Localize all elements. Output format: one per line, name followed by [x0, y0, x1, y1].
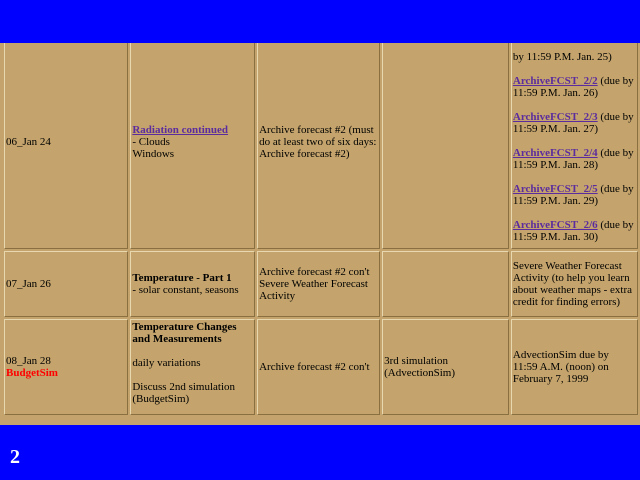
- radiation-link[interactable]: Radiation continued: [132, 124, 253, 136]
- date-cell: 08_Jan 28 BudgetSim: [4, 319, 129, 415]
- table-row: 08_Jan 28 BudgetSim Temperature Changes …: [4, 319, 638, 415]
- assignment-cell: Archive forecast #2 con't: [257, 319, 381, 415]
- archive-fcst-link[interactable]: ArchiveFCST_2/4: [513, 147, 598, 159]
- due-item: ArchiveFCST_2/2 (due by 11:59 P.M. Jan. …: [513, 75, 636, 99]
- due-item: ArchiveFCST_2/4 (due by 11:59 P.M. Jan. …: [513, 147, 636, 171]
- table-row: 07_Jan 26 Temperature - Part 1 - solar c…: [4, 251, 638, 317]
- topic-cell: Temperature Changes and Measurements dai…: [130, 319, 256, 415]
- budgetsim-label: BudgetSim: [6, 367, 58, 379]
- assignment-text: Archive forecast #2 con't Severe Weather…: [259, 266, 370, 302]
- bottom-bar: [0, 425, 640, 480]
- topic-title: Temperature - Part 1: [132, 272, 232, 284]
- archive-fcst-link[interactable]: ArchiveFCST_2/5: [513, 183, 598, 195]
- date-text: 08_Jan 28: [6, 355, 51, 367]
- assignment-cell: Archive forecast #2 con't Severe Weather…: [257, 251, 381, 317]
- due-cell: Severe Weather Forecast Activity (to hel…: [510, 251, 638, 317]
- schedule-table: 06_Jan 24 Radiation continued - Clouds W…: [2, 43, 640, 417]
- simulation-cell: 3rd simulation (AdvectionSim): [382, 319, 509, 415]
- table-row: 06_Jan 24 Radiation continued - Clouds W…: [4, 43, 638, 249]
- archive-fcst-link[interactable]: ArchiveFCST_2/3: [513, 111, 598, 123]
- topic-cell: Temperature - Part 1 - solar constant, s…: [130, 251, 256, 317]
- due-item: ArchiveFCST_2/5 (due by 11:59 P.M. Jan. …: [513, 183, 636, 207]
- due-text: AdvectionSim due by 11:59 A.M. (noon) on…: [512, 349, 609, 385]
- due-text: by 11:59 P.M. Jan. 25): [512, 51, 612, 63]
- topic-cell: Radiation continued - Clouds Windows: [130, 43, 256, 249]
- topic-line: Discuss 2nd simulation (BudgetSim): [132, 381, 236, 405]
- topic-line: - solar constant, seasons: [132, 284, 239, 296]
- slide-number: 2: [10, 446, 20, 468]
- date-text: 06_Jan 24: [6, 136, 51, 148]
- top-bar: [0, 0, 640, 43]
- topic-line: Windows: [132, 148, 175, 160]
- assignment-text: Archive forecast #2 (must do at least tw…: [259, 124, 377, 160]
- topic-line: - Clouds: [132, 136, 170, 148]
- due-cell: AdvectionSim due by 11:59 A.M. (noon) on…: [510, 319, 638, 415]
- date-cell: 07_Jan 26: [4, 251, 129, 317]
- date-cell: 06_Jan 24: [4, 43, 129, 249]
- due-text: Severe Weather Forecast Activity (to hel…: [512, 260, 633, 308]
- date-text: 07_Jan 26: [6, 278, 51, 290]
- simulation-cell: [382, 251, 509, 317]
- due-item: ArchiveFCST_2/3 (due by 11:59 P.M. Jan. …: [513, 111, 636, 135]
- simulation-cell: [382, 43, 509, 249]
- due-item: ArchiveFCST_2/6 (due by 11:59 P.M. Jan. …: [513, 219, 636, 243]
- schedule-table-area: 06_Jan 24 Radiation continued - Clouds W…: [0, 43, 640, 425]
- archive-fcst-link[interactable]: ArchiveFCST_2/6: [513, 219, 598, 231]
- topic-line: daily variations: [132, 357, 201, 369]
- topic-title: Temperature Changes and Measurements: [132, 321, 237, 345]
- assignment-cell: Archive forecast #2 (must do at least tw…: [257, 43, 381, 249]
- archive-fcst-link[interactable]: ArchiveFCST_2/2: [513, 75, 598, 87]
- simulation-text: 3rd simulation (AdvectionSim): [384, 355, 456, 379]
- due-cell: by 11:59 P.M. Jan. 25) ArchiveFCST_2/2 (…: [510, 43, 638, 249]
- assignment-text: Archive forecast #2 con't: [259, 361, 370, 373]
